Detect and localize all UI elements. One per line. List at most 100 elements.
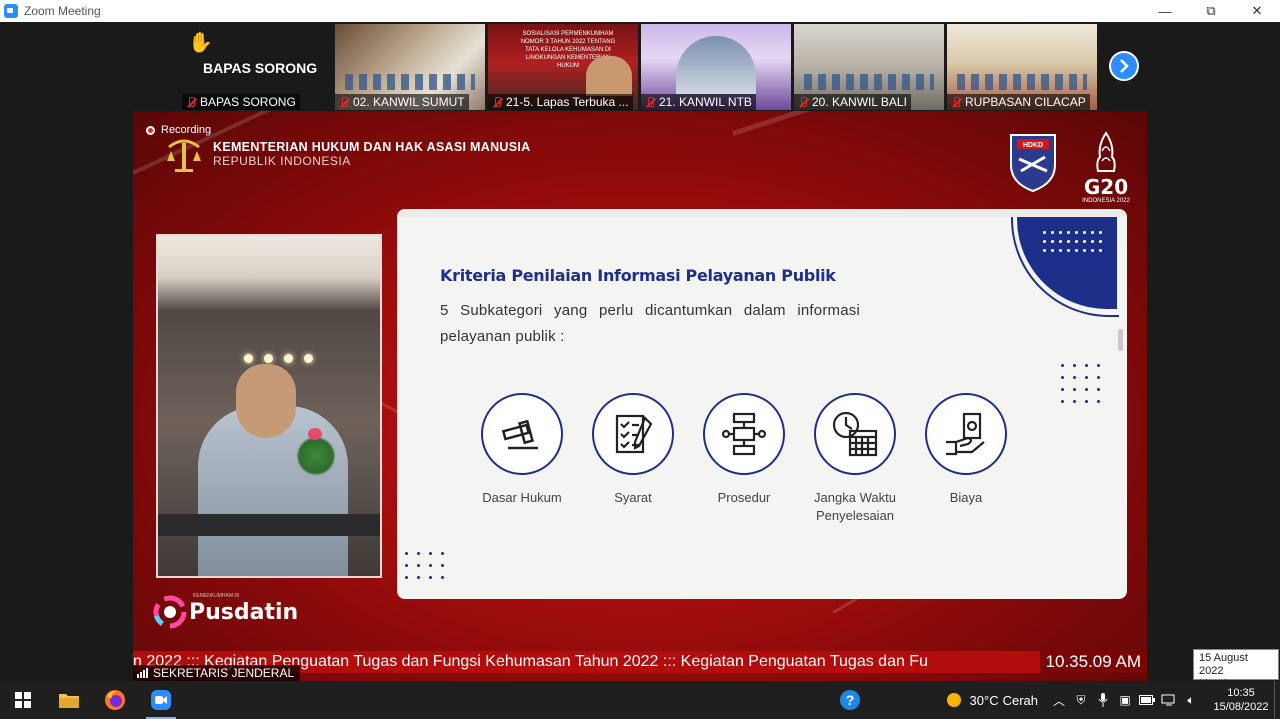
restore-button[interactable]: ⧉ xyxy=(1188,0,1234,22)
close-button[interactable]: ✕ xyxy=(1234,0,1280,22)
battery-icon[interactable] xyxy=(1136,681,1158,719)
flower xyxy=(308,428,322,440)
speaker-head xyxy=(236,364,296,438)
security-icon[interactable]: ⛨ xyxy=(1070,681,1092,719)
participant-name: BAPAS SORONG xyxy=(203,60,318,76)
network-icon[interactable] xyxy=(1158,681,1180,719)
g20-text: G20 xyxy=(1083,175,1129,199)
pusdatin-mark-icon xyxy=(153,595,187,629)
dot-pattern xyxy=(1061,364,1109,403)
zoom-taskbar-button[interactable] xyxy=(138,681,184,719)
criteria-item: Dasar Hukum xyxy=(481,393,563,525)
clock-date: 15/08/2022 xyxy=(1213,701,1269,713)
ticker-clock: 10.35.09 AM xyxy=(1039,651,1147,673)
ministry-country: REPUBLIK INDONESIA xyxy=(213,154,351,168)
date-tooltip: 15 August 2022 Monday xyxy=(1193,649,1279,690)
flowchart-icon xyxy=(703,393,785,475)
system-tray: 30°C Cerah ︿ ⛨ ▣ 🔈︎ 10:35 15/08/2022 xyxy=(942,681,1280,719)
slide-title: Kriteria Penilaian Informasi Pelayanan P… xyxy=(440,266,836,285)
pusdatin-tag: KEMENKUMHAM RI xyxy=(193,593,240,599)
minimize-button[interactable]: — xyxy=(1142,0,1188,22)
microphone-icon[interactable] xyxy=(1092,681,1114,719)
svg-text:HDKD: HDKD xyxy=(1023,142,1043,149)
participant-label: BAPAS SORONG xyxy=(182,94,300,110)
file-explorer-button[interactable] xyxy=(46,681,92,719)
criteria-list: Dasar Hukum Syarat Prosedur Jangka Waktu… xyxy=(481,393,1007,525)
chevron-up-icon[interactable]: ︿ xyxy=(1048,681,1070,719)
firefox-button[interactable] xyxy=(92,681,138,719)
participant-label: 21. KANWIL NTB xyxy=(641,94,756,110)
show-desktop-button[interactable] xyxy=(1274,681,1280,719)
weather-temp: 30°C xyxy=(969,692,999,708)
ministry-emblem-icon xyxy=(163,133,205,175)
criteria-item: Biaya xyxy=(925,393,1007,525)
criteria-label: Prosedur xyxy=(717,490,771,505)
window-title: Zoom Meeting xyxy=(24,4,101,18)
criteria-label: Dasar Hukum xyxy=(482,490,562,505)
tooltip-date: 15 August 2022 xyxy=(1199,652,1248,677)
criteria-label: Jangka Waktu Penyelesaian xyxy=(814,490,896,523)
help-icon[interactable]: ? xyxy=(840,690,860,710)
mic-muted-icon xyxy=(645,96,655,108)
participant-tile[interactable]: RUPBASAN CILACAP xyxy=(947,24,1097,110)
lamp xyxy=(284,354,293,363)
criteria-label: Biaya xyxy=(949,490,983,505)
screen-share-icon[interactable]: ▣ xyxy=(1114,681,1136,719)
pusdatin-text: Pusdatin xyxy=(189,599,299,625)
participant-label: RUPBASAN CILACAP xyxy=(947,94,1090,110)
checklist-icon xyxy=(592,393,674,475)
start-button[interactable] xyxy=(0,681,46,719)
dot-pattern xyxy=(405,552,453,579)
windows-icon xyxy=(15,692,31,708)
gavel-icon xyxy=(481,393,563,475)
participant-tile[interactable]: 02. KANWIL SUMUT xyxy=(335,24,485,110)
taskbar: ? 30°C Cerah ︿ ⛨ ▣ 🔈︎ 10:35 15/08/2022 xyxy=(0,681,1280,719)
lamp xyxy=(264,354,273,363)
mic-muted-icon xyxy=(798,96,808,108)
mic-muted-icon xyxy=(492,96,502,108)
participant-tile[interactable]: 20. KANWIL BALI xyxy=(794,24,944,110)
clock-calendar-icon xyxy=(814,393,896,475)
participant-label: 20. KANWIL BALI xyxy=(794,94,911,110)
video-people xyxy=(804,74,934,90)
presentation-slide: Kriteria Penilaian Informasi Pelayanan P… xyxy=(397,209,1127,599)
firefox-icon xyxy=(105,690,125,710)
participant-tile[interactable]: 21. KANWIL NTB xyxy=(641,24,791,110)
raised-hand-icon: ✋ xyxy=(188,32,213,54)
speaker-video xyxy=(156,234,382,578)
clock-time: 10:35 xyxy=(1227,687,1255,699)
ministry-name: KEMENTERIAN HUKUM DAN HAK ASASI MANUSIA xyxy=(213,140,531,154)
criteria-item: Syarat xyxy=(592,393,674,525)
criteria-label: Syarat xyxy=(614,490,652,505)
participant-label: 21-5. Lapas Terbuka ... xyxy=(488,94,633,110)
chevron-right-icon xyxy=(1120,59,1129,73)
pusdatin-logo: Pusdatin KEMENKUMHAM RI xyxy=(153,593,299,629)
slide-scrollbar[interactable] xyxy=(1118,329,1123,351)
signal-bars-icon xyxy=(137,668,148,678)
mic-muted-icon xyxy=(186,96,196,108)
volume-icon[interactable]: 🔈︎ xyxy=(1180,681,1202,719)
weather-desc: Cerah xyxy=(1002,692,1038,708)
lamp xyxy=(304,354,313,363)
video-people xyxy=(345,74,475,90)
slide-toolbar xyxy=(397,209,1127,217)
zoom-app-icon xyxy=(4,4,18,18)
next-page-button[interactable] xyxy=(1109,51,1139,81)
folder-icon xyxy=(59,694,79,708)
active-speaker-label: SEKRETARIS JENDERAL xyxy=(133,665,301,681)
weather-sun-icon xyxy=(942,681,966,719)
plant xyxy=(296,436,336,476)
video-people xyxy=(957,74,1087,90)
window-titlebar: Zoom Meeting — ⧉ ✕ xyxy=(0,0,1280,22)
mic-muted-icon xyxy=(339,96,349,108)
participant-label: 02. KANWIL SUMUT xyxy=(335,94,469,110)
participant-tile[interactable]: SOSIALISASI PERMENKUMHAM NOMOR 3 TAHUN 2… xyxy=(488,24,638,110)
hdkd-shield-logo: HDKD xyxy=(1007,131,1059,193)
meeting-area: ✋ BAPAS SORONG BAPAS SORONG 02. KANWIL S… xyxy=(0,22,1280,681)
lamp xyxy=(244,354,253,363)
criteria-item: Prosedur xyxy=(703,393,785,525)
zoom-icon xyxy=(151,690,171,710)
participant-tile-featured[interactable]: ✋ BAPAS SORONG BAPAS SORONG xyxy=(182,24,332,110)
taskbar-clock[interactable]: 10:35 15/08/2022 xyxy=(1208,686,1274,714)
main-video: Recording KEMENTERIAN HUKUM DAN HAK ASAS… xyxy=(133,111,1147,681)
